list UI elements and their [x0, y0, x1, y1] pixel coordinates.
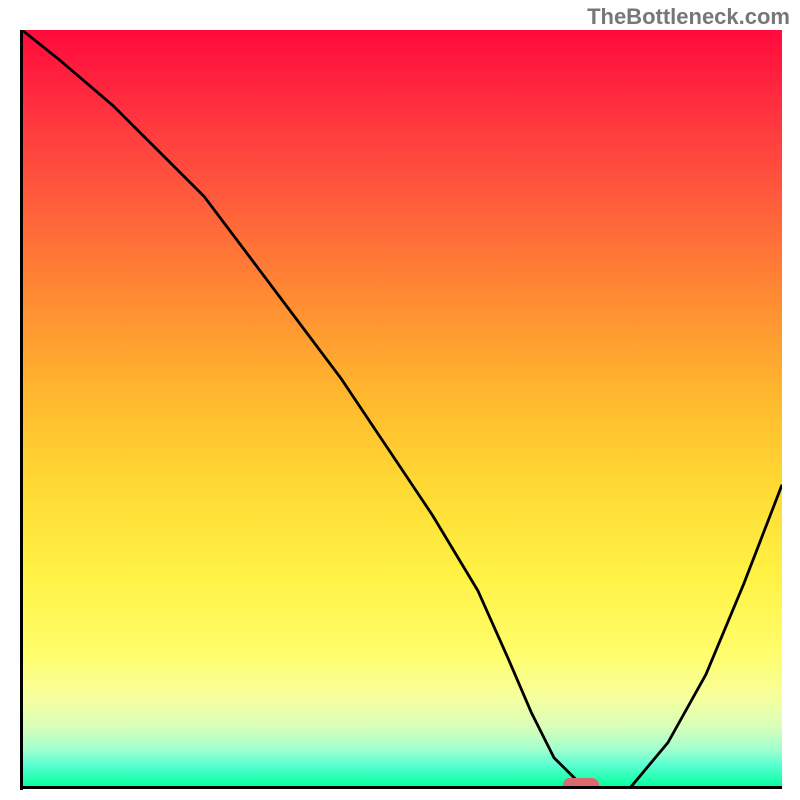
watermark-text: TheBottleneck.com	[587, 4, 790, 30]
bottleneck-curve	[22, 30, 782, 788]
curve-layer	[22, 30, 782, 788]
plot-area	[22, 30, 782, 788]
x-axis	[20, 786, 782, 789]
y-axis	[20, 30, 23, 790]
bottleneck-chart: TheBottleneck.com	[0, 0, 800, 800]
